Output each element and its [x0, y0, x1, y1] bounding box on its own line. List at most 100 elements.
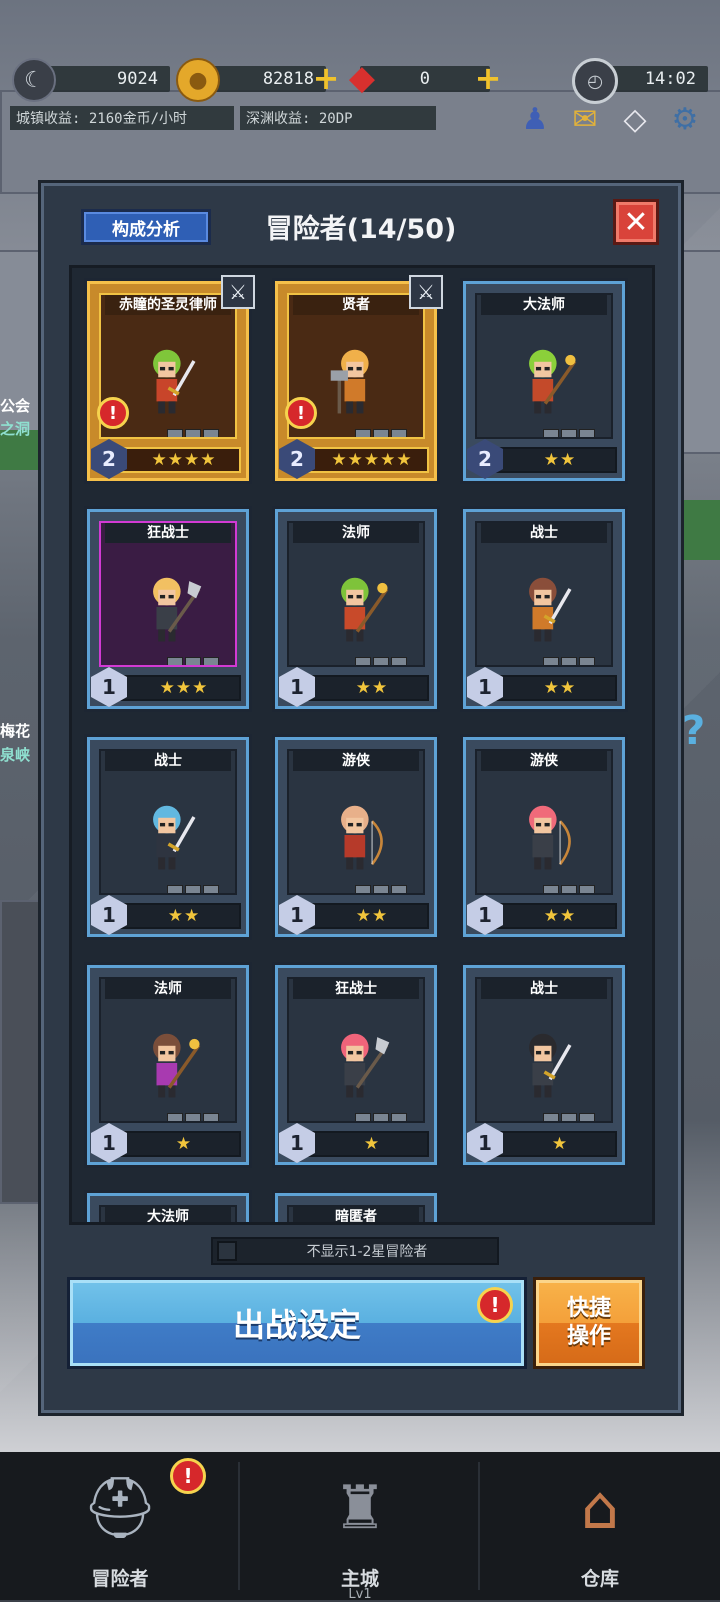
hero-name: 战士: [481, 979, 607, 999]
add-gold-button[interactable]: +: [312, 62, 340, 94]
equipment-slots: [355, 1113, 407, 1121]
star-rating: ★: [551, 1134, 569, 1154]
deploy-settings-button[interactable]: 出战设定: [67, 1277, 527, 1369]
weapon-slot-icon: [167, 657, 183, 665]
nav-adventurers-label: 冒险者: [91, 1568, 149, 1590]
armor-slot-icon: [185, 657, 201, 665]
equipment-slots: [355, 429, 407, 437]
alert-icon: !: [285, 397, 317, 429]
town-income: 城镇收益: 2160金币/小时: [10, 106, 234, 130]
quick-action-button[interactable]: 快捷 操作: [533, 1277, 645, 1369]
armor-slot-icon: [373, 885, 389, 893]
party-icon[interactable]: ♟: [514, 98, 556, 140]
armor-slot-icon: [561, 885, 577, 893]
hide-low-star-toggle[interactable]: 不显示1-2星冒险者: [211, 1237, 499, 1265]
hero-card[interactable]: 大法师1: [84, 1190, 252, 1222]
hero-card[interactable]: 游侠 1 ★★: [272, 734, 440, 940]
armor-slot-icon: [185, 1113, 201, 1121]
nav-warehouse-label: 仓库: [580, 1568, 619, 1590]
nav-main-city[interactable]: ♜ 主城 Lv1: [240, 1452, 480, 1602]
armor-slot-icon: [561, 429, 577, 437]
star-rating: ★★: [355, 678, 389, 698]
bg-label-gorge: 泉峡: [0, 746, 31, 764]
weapon-slot-icon: [167, 1113, 183, 1121]
hero-card[interactable]: 游侠 1 ★★: [460, 734, 628, 940]
hero-card[interactable]: 法师 1 ★: [84, 962, 252, 1168]
filter-label: 不显示1-2星冒险者: [306, 1244, 428, 1260]
equipment-slots: [167, 657, 219, 665]
hero-sprite: [529, 577, 572, 642]
level-badge: 1: [91, 667, 127, 707]
adventurer-grid: 赤瞳的圣灵律师 2 ★★★★! ⚔ 贤者 2 ★★★★★! ⚔ 大法师 2 ★★ 狂战士 1 ★★★ 法师 1…: [69, 265, 655, 1225]
hero-card[interactable]: 战士 1 ★: [460, 962, 628, 1168]
level-badge: 2: [91, 439, 127, 479]
gold-value: 82818: [262, 69, 314, 89]
boots-slot-icon: [579, 429, 595, 437]
chest-icon[interactable]: ✉: [564, 98, 606, 140]
hero-card[interactable]: 暗匿者1: [272, 1190, 440, 1222]
boots-slot-icon: [391, 657, 407, 665]
nav-adventurers[interactable]: ⛑ ! 冒险者: [0, 1452, 240, 1600]
weapon-slot-icon: [355, 885, 371, 893]
page-title: 冒险者(14/50): [265, 214, 457, 245]
hero-card[interactable]: 赤瞳的圣灵律师 2 ★★★★! ⚔: [84, 275, 255, 484]
map-icon[interactable]: ◇: [614, 98, 656, 140]
helmet-icon: ⛑: [81, 1473, 159, 1543]
hero-card[interactable]: 战士 1 ★★: [84, 734, 252, 940]
hero-sprite: [529, 349, 577, 414]
star-rating: ★★★★: [151, 450, 217, 470]
hero-sprite: [153, 577, 202, 642]
question-icon[interactable]: ?: [682, 708, 705, 754]
equipment-slots: [167, 885, 219, 893]
hero-name: 法师: [293, 523, 419, 543]
hero-name: 法师: [105, 979, 231, 999]
hero-sprite: [330, 349, 369, 414]
hero-card[interactable]: 法师 1 ★★: [272, 506, 440, 712]
boots-slot-icon: [579, 1113, 595, 1121]
weapon-slot-icon: [355, 1113, 371, 1121]
gear-icon[interactable]: ⚙: [664, 98, 706, 140]
armor-slot-icon: [373, 1113, 389, 1121]
weapon-slot-icon: [167, 885, 183, 893]
star-rating: ★★: [543, 678, 577, 698]
close-button[interactable]: ✕: [613, 199, 659, 245]
hero-sprite: [153, 805, 196, 870]
level-badge: 2: [467, 439, 503, 479]
crossed-swords-icon: ⚔: [409, 275, 443, 309]
boots-slot-icon: [579, 885, 595, 893]
hero-card[interactable]: 狂战士 1 ★★★: [84, 506, 252, 712]
nav-warehouse[interactable]: ⌂ 仓库: [480, 1452, 720, 1600]
adventurer-panel: 构成分析 冒险者(14/50) ✕ 赤瞳的圣灵律师 2 ★★★★! ⚔ 贤者 2 ★★★★★…: [38, 180, 684, 1416]
hero-name: 游侠: [481, 751, 607, 771]
boots-slot-icon: [203, 885, 219, 893]
hero-name: 游侠: [293, 751, 419, 771]
boots-slot-icon: [579, 657, 595, 665]
hero-sprite: [529, 1033, 572, 1098]
composition-analysis-button[interactable]: 构成分析: [81, 209, 211, 245]
star-rating: ★★: [543, 450, 577, 470]
checkbox[interactable]: [217, 1241, 237, 1261]
hero-sprite: [153, 349, 196, 414]
bg-label-cave: 之洞: [0, 420, 31, 438]
hero-sprite: [341, 577, 389, 642]
hero-card[interactable]: 贤者 2 ★★★★★! ⚔: [272, 275, 443, 484]
alert-icon: !: [97, 397, 129, 429]
hero-card[interactable]: 狂战士 1 ★: [272, 962, 440, 1168]
time-value: 14:02: [644, 69, 696, 89]
level-badge: 1: [467, 895, 503, 935]
hero-card[interactable]: 大法师 2 ★★: [460, 278, 628, 484]
hero-card[interactable]: 战士 1 ★★: [460, 506, 628, 712]
weapon-slot-icon: [355, 657, 371, 665]
gem-icon: ◆: [348, 58, 376, 98]
add-gem-button[interactable]: +: [474, 62, 502, 94]
hero-sprite: [341, 1033, 390, 1098]
warehouse-icon: ⌂: [580, 1473, 620, 1543]
level-badge: 1: [467, 667, 503, 707]
boots-slot-icon: [203, 429, 219, 437]
hero-name: 狂战士: [105, 523, 231, 543]
equipment-slots: [543, 885, 595, 893]
equipment-slots: [167, 429, 219, 437]
hero-sprite: [529, 805, 571, 870]
hero-sprite: [153, 1033, 201, 1098]
equipment-slots: [355, 657, 407, 665]
